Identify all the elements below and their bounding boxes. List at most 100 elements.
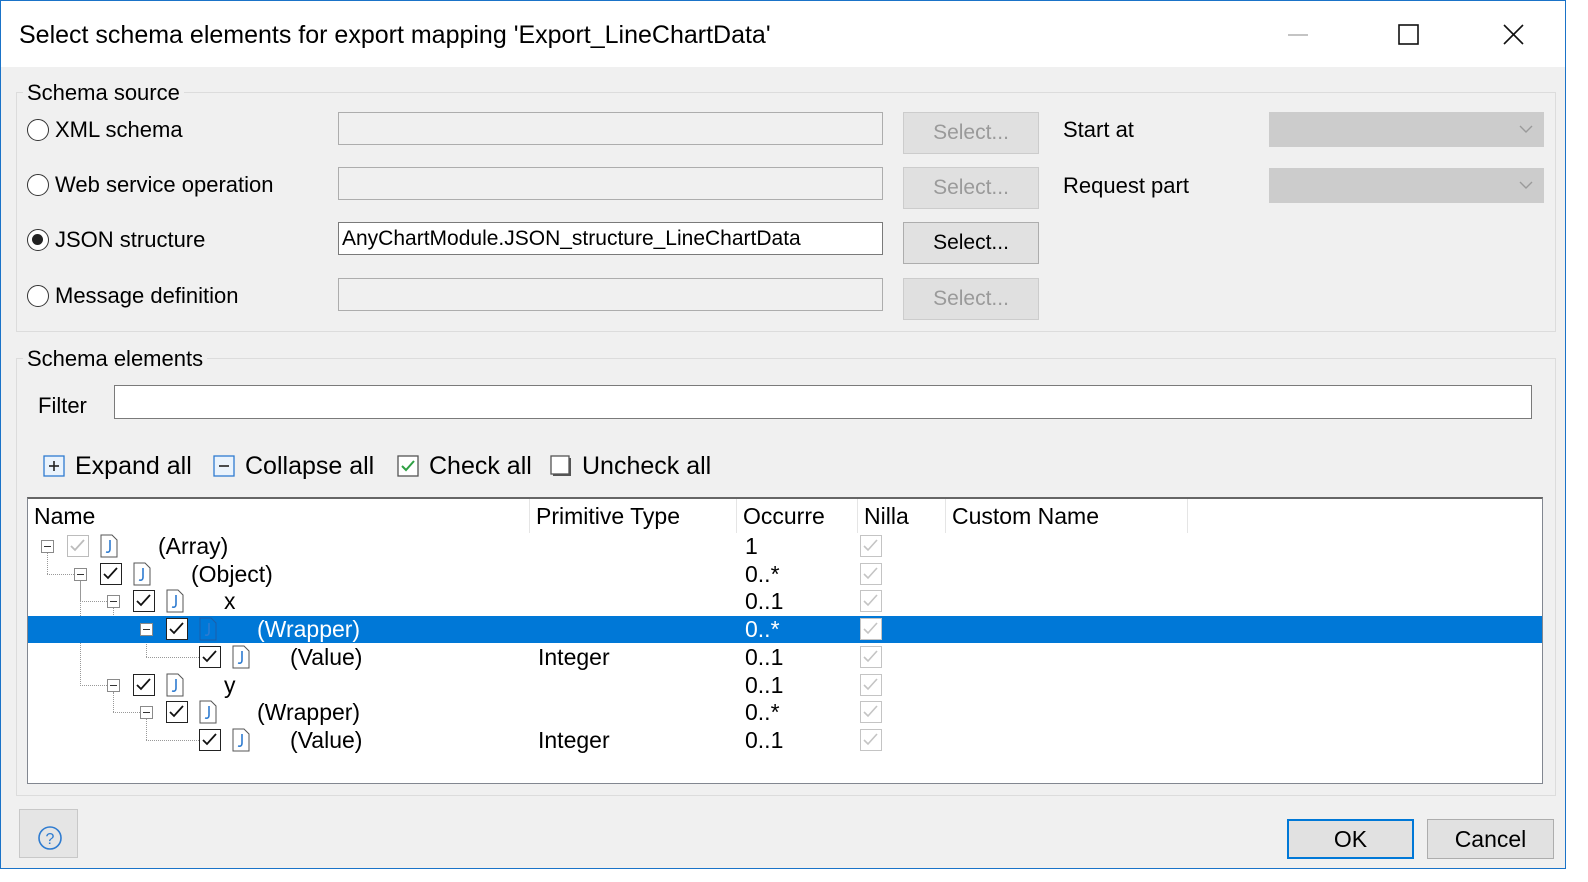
collapse-toggle-icon[interactable] [107, 678, 120, 692]
web-service-operation-field[interactable] [338, 167, 883, 200]
element-name: y [224, 671, 236, 698]
schema-elements-label: Schema elements [23, 346, 208, 372]
schema-elements-tree[interactable]: Name Primitive Type Occurre Nilla Custom… [27, 497, 1543, 784]
element-occurs: 0..* [745, 616, 780, 643]
nillable-checkbox[interactable] [860, 590, 882, 613]
request-part-label: Request part [1063, 173, 1189, 198]
check-all-icon [397, 455, 419, 477]
element-checkbox[interactable] [166, 618, 188, 641]
element-checkbox[interactable] [166, 701, 188, 724]
json-structure-radio[interactable]: JSON structure [27, 225, 205, 255]
message-definition-label: Message definition [55, 283, 239, 308]
maximize-button[interactable] [1368, 7, 1448, 63]
element-occurs: 1 [745, 533, 758, 559]
column-header-primitive-type[interactable]: Primitive Type [530, 499, 737, 533]
xml-schema-field[interactable] [338, 112, 883, 145]
tree-row[interactable]: (Wrapper) 0..* [28, 616, 1542, 644]
element-primitive-type: Integer [538, 643, 610, 670]
web-service-operation-label: Web service operation [55, 172, 274, 197]
expand-all-icon [43, 455, 65, 477]
element-name: (Array) [158, 533, 229, 559]
element-name: (Value) [290, 643, 363, 670]
tree-row[interactable]: (Object) 0..* [28, 561, 1542, 588]
json-element-icon [166, 589, 184, 613]
help-icon: ? [38, 826, 62, 850]
web-service-operation-radio[interactable]: Web service operation [27, 170, 274, 200]
tree-row[interactable]: y 0..1 [28, 672, 1542, 699]
nillable-checkbox[interactable] [860, 728, 882, 751]
nillable-checkbox[interactable] [860, 618, 882, 641]
start-at-dropdown[interactable] [1269, 112, 1544, 147]
json-element-icon [199, 617, 217, 641]
message-definition-select-button[interactable]: Select... [903, 278, 1039, 320]
radio-indicator [27, 119, 49, 141]
collapse-toggle-icon[interactable] [74, 567, 87, 581]
message-definition-field[interactable] [338, 278, 883, 311]
nillable-checkbox[interactable] [860, 645, 882, 668]
nillable-checkbox[interactable] [860, 673, 882, 696]
tree-row[interactable]: x 0..1 [28, 588, 1542, 615]
request-part-dropdown[interactable] [1269, 168, 1544, 203]
check-all-label: Check all [429, 451, 532, 480]
json-structure-select-button[interactable]: Select... [903, 222, 1039, 264]
message-definition-radio[interactable]: Message definition [27, 281, 238, 311]
radio-indicator [27, 174, 49, 196]
expand-all-label: Expand all [75, 451, 192, 480]
xml-schema-radio[interactable]: XML schema [27, 115, 183, 145]
chevron-down-icon [1519, 125, 1533, 133]
check-all-button[interactable]: Check all [397, 449, 532, 483]
element-checkbox[interactable] [133, 673, 155, 696]
json-element-icon [232, 728, 250, 752]
collapse-toggle-icon[interactable] [107, 595, 120, 609]
web-service-select-button[interactable]: Select... [903, 167, 1039, 209]
cancel-button[interactable]: Cancel [1427, 819, 1554, 859]
help-button[interactable]: ? [19, 809, 78, 858]
element-checkbox[interactable] [199, 728, 221, 751]
tree-row[interactable]: (Value) Integer 0..1 [28, 644, 1542, 671]
expand-all-button[interactable]: Expand all [43, 449, 192, 483]
collapse-all-icon [213, 455, 235, 477]
element-occurs: 0..* [745, 699, 780, 726]
json-element-icon [133, 562, 151, 586]
tree-row[interactable]: (Value) Integer 0..1 [28, 727, 1542, 754]
column-header-nillable[interactable]: Nilla [858, 499, 946, 533]
close-button[interactable] [1473, 7, 1553, 63]
filter-label: Filter [38, 393, 87, 418]
collapse-toggle-icon[interactable] [140, 623, 153, 637]
collapse-toggle-icon[interactable] [41, 540, 54, 553]
filter-input[interactable] [114, 385, 1532, 419]
element-occurs: 0..1 [745, 726, 784, 753]
maximize-icon [1398, 24, 1419, 45]
json-element-icon [166, 673, 184, 696]
minimize-icon [1288, 34, 1308, 36]
json-structure-label: JSON structure [55, 227, 206, 252]
nillable-checkbox[interactable] [860, 562, 882, 585]
element-checkbox[interactable] [100, 562, 122, 585]
tree-row[interactable]: (Array) 1 [28, 533, 1542, 560]
minimize-button[interactable] [1258, 7, 1338, 63]
svg-text:?: ? [46, 831, 55, 848]
json-element-icon [232, 645, 250, 669]
column-header-custom-name[interactable]: Custom Name [946, 499, 1188, 533]
nillable-checkbox[interactable] [860, 535, 882, 557]
collapse-all-button[interactable]: Collapse all [213, 449, 374, 483]
element-checkbox[interactable] [67, 535, 89, 557]
title-bar: Select schema elements for export mappin… [1, 1, 1565, 67]
element-name: (Wrapper) [257, 616, 361, 643]
element-name: (Object) [191, 560, 273, 587]
schema-source-label: Schema source [23, 80, 184, 106]
uncheck-all-button[interactable]: Uncheck all [550, 449, 711, 483]
collapse-toggle-icon[interactable] [140, 706, 153, 720]
tree-row[interactable]: (Wrapper) 0..* [28, 699, 1542, 726]
chevron-down-icon [1519, 181, 1533, 189]
ok-button[interactable]: OK [1287, 819, 1414, 859]
element-checkbox[interactable] [199, 645, 221, 668]
column-header-name[interactable]: Name [28, 499, 530, 533]
element-checkbox[interactable] [133, 590, 155, 613]
column-header-occurs[interactable]: Occurre [737, 499, 858, 533]
xml-schema-label: XML schema [55, 117, 183, 142]
xml-schema-select-button[interactable]: Select... [903, 112, 1039, 154]
nillable-checkbox[interactable] [860, 701, 882, 724]
json-structure-field[interactable]: AnyChartModule.JSON_structure_LineChartD… [338, 222, 883, 255]
element-primitive-type: Integer [538, 726, 610, 753]
